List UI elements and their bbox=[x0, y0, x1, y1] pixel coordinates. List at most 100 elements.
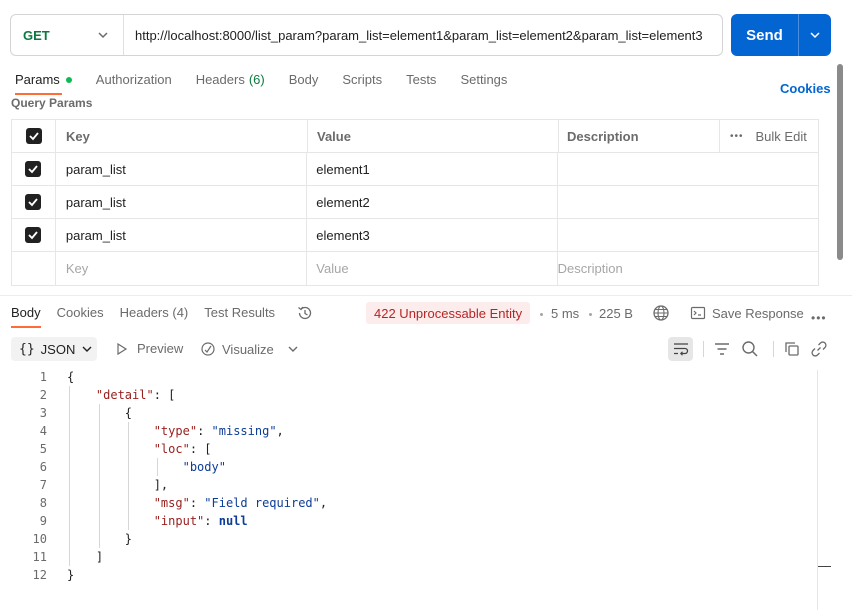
query-params-title: Query Params bbox=[11, 96, 93, 110]
line-number: 6 bbox=[39, 460, 47, 474]
line-number: 11 bbox=[32, 550, 47, 564]
tab-headers[interactable]: Headers (6) bbox=[196, 72, 265, 87]
tab-params-label: Params bbox=[15, 72, 60, 87]
editor-scroll-track bbox=[817, 370, 818, 610]
select-all-checkbox[interactable] bbox=[25, 128, 42, 144]
format-select[interactable]: {} JSON bbox=[11, 337, 97, 361]
table-row: param_list element2 bbox=[12, 186, 818, 219]
search-icon[interactable] bbox=[741, 340, 759, 358]
save-response-icon bbox=[690, 306, 706, 320]
status-badge[interactable]: 422 Unprocessable Entity bbox=[366, 302, 531, 324]
json-key: "type" bbox=[153, 424, 198, 438]
filter-icon[interactable] bbox=[713, 340, 731, 358]
code-line: 8 "msg": "Field required", bbox=[0, 494, 820, 512]
braces-icon: {} bbox=[19, 341, 35, 357]
bulk-edit-button[interactable]: ••• Bulk Edit bbox=[720, 120, 818, 152]
send-label: Send bbox=[746, 26, 783, 44]
code-line: 4 "type": "missing", bbox=[0, 422, 820, 440]
code-line: 6 "body" bbox=[0, 458, 820, 476]
tab-scripts[interactable]: Scripts bbox=[342, 72, 382, 87]
wrap-lines-icon bbox=[673, 343, 688, 356]
response-time[interactable]: 5 ms bbox=[551, 306, 579, 321]
code-line: 3 { bbox=[0, 404, 820, 422]
row-checkbox-cell bbox=[12, 219, 56, 251]
tab-response-headers[interactable]: Headers (4) bbox=[120, 305, 189, 320]
json-key: "detail" bbox=[95, 388, 154, 402]
row-checkbox[interactable] bbox=[25, 161, 42, 177]
response-body-editor[interactable]: 1 { 2 "detail": [ 3 { 4 "type": "missing… bbox=[0, 368, 820, 584]
url-bar: GET http://localhost:8000/list_param?par… bbox=[10, 14, 723, 56]
row-checkbox[interactable] bbox=[25, 227, 42, 243]
param-key[interactable]: param_list bbox=[56, 186, 308, 218]
link-icon[interactable] bbox=[810, 340, 828, 358]
line-number: 7 bbox=[39, 478, 47, 492]
tab-response-cookies[interactable]: Cookies bbox=[57, 305, 104, 320]
param-value[interactable]: element2 bbox=[307, 186, 558, 218]
param-value[interactable]: element1 bbox=[307, 153, 558, 185]
select-all-cell bbox=[12, 120, 56, 152]
response-divider bbox=[0, 295, 852, 296]
new-description-input[interactable]: Description bbox=[558, 252, 818, 285]
toolbar-divider bbox=[703, 341, 704, 357]
code-line: 2 "detail": [ bbox=[0, 386, 820, 404]
visualize-label: Visualize bbox=[222, 341, 274, 357]
tab-body[interactable]: Body bbox=[289, 72, 319, 87]
save-response-button[interactable]: Save Response bbox=[712, 306, 804, 321]
method-select[interactable]: GET bbox=[11, 15, 124, 55]
new-key-input[interactable]: Key bbox=[56, 252, 308, 285]
param-description[interactable] bbox=[558, 186, 818, 218]
visualize-icon bbox=[201, 342, 215, 356]
checkmark-icon bbox=[28, 198, 39, 207]
tab-settings[interactable]: Settings bbox=[460, 72, 507, 87]
preview-button[interactable]: Preview bbox=[115, 341, 183, 356]
empty-checkbox-cell bbox=[12, 252, 56, 285]
tab-test-results[interactable]: Test Results bbox=[204, 305, 275, 320]
request-scrollbar[interactable] bbox=[837, 64, 843, 260]
tab-tests[interactable]: Tests bbox=[406, 72, 436, 87]
code-line: 7 ], bbox=[0, 476, 820, 494]
line-number: 3 bbox=[39, 406, 47, 420]
json-key: "loc" bbox=[153, 442, 190, 456]
visualize-button[interactable]: Visualize bbox=[200, 341, 274, 357]
chevron-down-icon bbox=[810, 32, 820, 39]
history-icon[interactable] bbox=[296, 304, 314, 322]
tab-response-body[interactable]: Body bbox=[11, 305, 41, 328]
tab-params[interactable]: Params bbox=[15, 72, 72, 95]
line-number: 9 bbox=[39, 514, 47, 528]
separator-dot bbox=[540, 313, 543, 316]
globe-icon[interactable] bbox=[652, 304, 670, 322]
table-row: param_list element1 bbox=[12, 153, 818, 186]
code-line: 10 } bbox=[0, 530, 820, 548]
url-input[interactable]: http://localhost:8000/list_param?param_l… bbox=[124, 28, 703, 43]
json-key: "msg" bbox=[153, 496, 190, 510]
param-description[interactable] bbox=[558, 219, 818, 251]
response-tabs: Body Cookies Headers (4) Test Results bbox=[11, 305, 291, 328]
line-number: 1 bbox=[39, 370, 47, 384]
play-icon bbox=[117, 342, 128, 355]
param-key[interactable]: param_list bbox=[56, 219, 308, 251]
checkmark-icon bbox=[28, 132, 39, 141]
checkmark-icon bbox=[28, 231, 39, 240]
code-line: 9 "input": null bbox=[0, 512, 820, 530]
send-button[interactable]: Send bbox=[731, 14, 831, 56]
table-row-empty: Key Value Description bbox=[12, 252, 818, 285]
row-checkbox-cell bbox=[12, 153, 56, 185]
query-params-table: Key Value Description ••• Bulk Edit para… bbox=[11, 119, 819, 286]
new-value-input[interactable]: Value bbox=[307, 252, 558, 285]
send-options-button[interactable] bbox=[799, 29, 831, 41]
line-number: 8 bbox=[39, 496, 47, 510]
param-description[interactable] bbox=[558, 153, 818, 185]
more-options-icon[interactable]: ••• bbox=[811, 311, 827, 325]
copy-icon[interactable] bbox=[783, 340, 801, 358]
cookies-link[interactable]: Cookies bbox=[780, 81, 831, 96]
response-size[interactable]: 225 B bbox=[599, 306, 633, 321]
headers-count: (6) bbox=[248, 72, 265, 87]
param-value[interactable]: element3 bbox=[307, 219, 558, 251]
row-checkbox[interactable] bbox=[25, 194, 42, 210]
chevron-down-icon[interactable] bbox=[287, 343, 299, 355]
tab-authorization[interactable]: Authorization bbox=[96, 72, 172, 87]
wrap-lines-button[interactable] bbox=[668, 337, 693, 361]
code-line: 1 { bbox=[0, 368, 820, 386]
column-header-description: Description bbox=[559, 120, 720, 152]
param-key[interactable]: param_list bbox=[56, 153, 308, 185]
